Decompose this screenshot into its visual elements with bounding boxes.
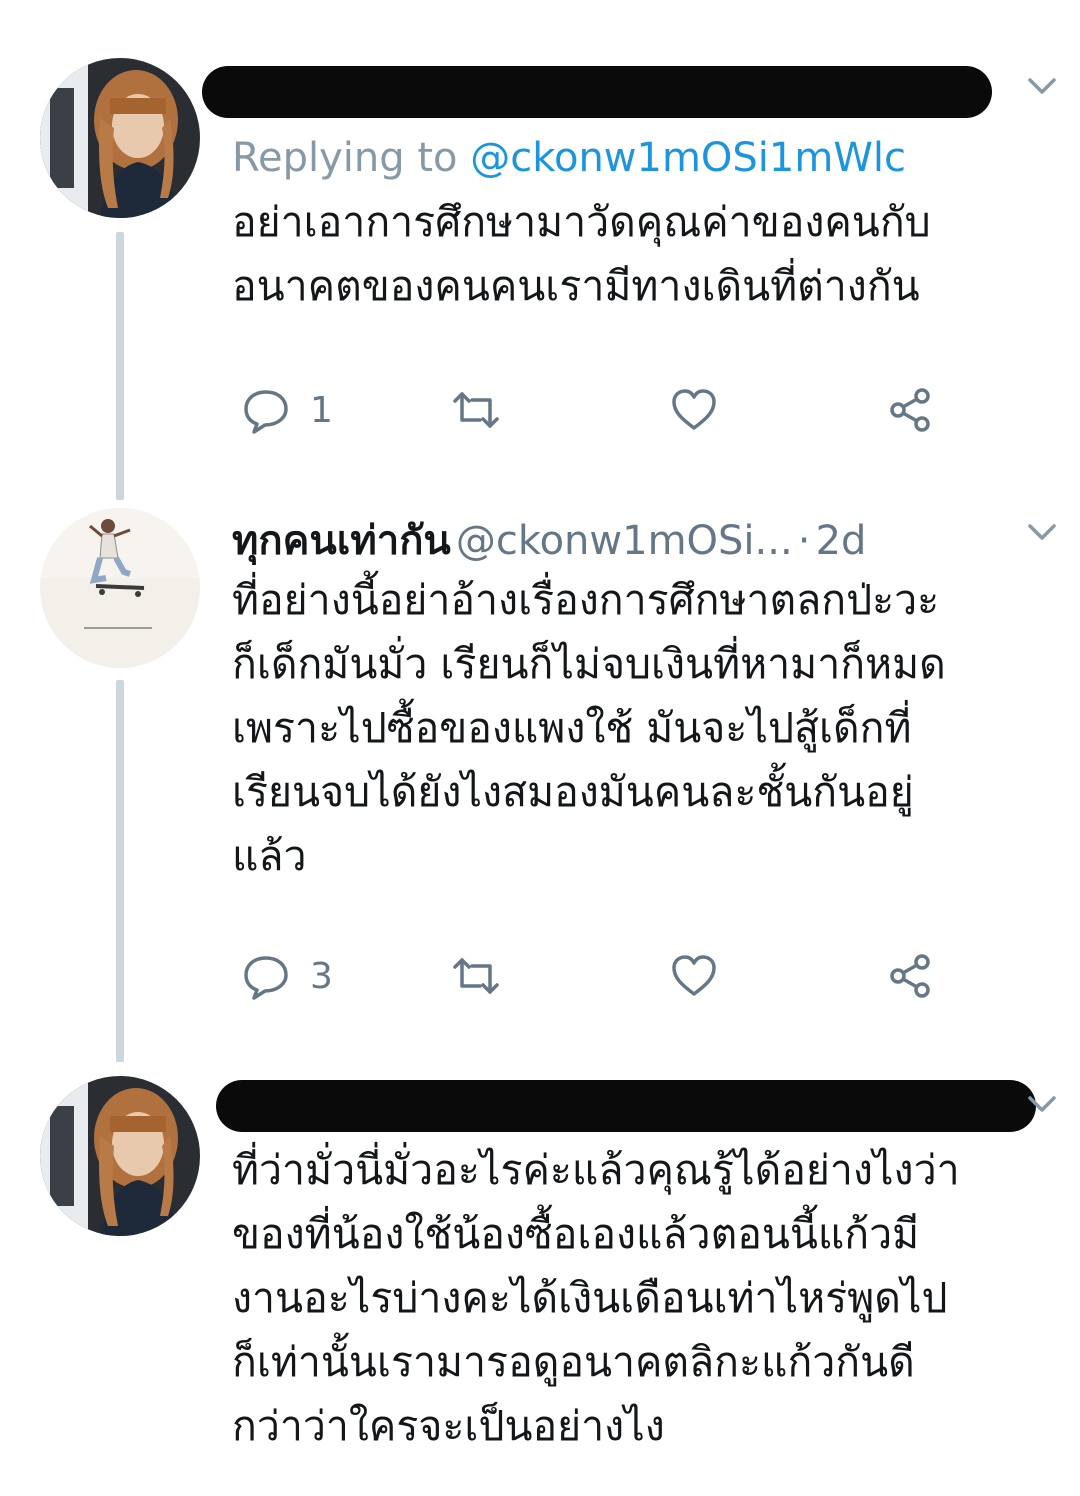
tweet-header bbox=[202, 62, 1062, 122]
tweet-text: อย่าเอาการศึกษามาวัดคุณค่าของคนกับ อนาคต… bbox=[232, 198, 931, 310]
retweet-button[interactable] bbox=[450, 380, 502, 440]
tweet-header bbox=[216, 1078, 1062, 1138]
tweet-2-body: ทุกคนเท่ากัน @ckonw1mOSi... · 2d ที่อย่า… bbox=[232, 508, 1062, 888]
like-icon bbox=[672, 955, 716, 996]
avatar[interactable] bbox=[40, 1076, 200, 1236]
replying-prefix: Replying to bbox=[232, 135, 458, 181]
reply-button[interactable]: 1 bbox=[240, 380, 333, 440]
reply-icon bbox=[244, 956, 288, 1000]
redaction-mark bbox=[216, 1080, 1036, 1132]
redaction-mark bbox=[202, 66, 992, 118]
retweet-icon bbox=[453, 958, 499, 994]
tweet-actions: 1 bbox=[232, 380, 972, 440]
replying-to: Replying to @ckonw1mOSi1mWlc bbox=[232, 126, 1062, 190]
avatar[interactable] bbox=[40, 508, 200, 668]
like-icon bbox=[672, 389, 716, 430]
tweet-1-body: Replying to @ckonw1mOSi1mWlc อย่าเอาการศ… bbox=[202, 62, 1062, 318]
separator-dot: · bbox=[797, 518, 811, 564]
tweet-text: ที่ว่ามั่วนี่มั่วอะไรค่ะแล้วคุณรู้ได้อย่… bbox=[232, 1146, 960, 1450]
share-icon bbox=[890, 388, 930, 432]
tweet-3-body: ที่ว่ามั่วนี่มั่วอะไรค่ะแล้วคุณรู้ได้อย่… bbox=[216, 1078, 1062, 1458]
avatar-image bbox=[40, 508, 200, 668]
replying-mention-link[interactable]: @ckonw1mOSi1mWlc bbox=[470, 135, 906, 181]
like-button[interactable] bbox=[668, 380, 720, 440]
avatar-image bbox=[40, 1076, 200, 1236]
thread-line bbox=[116, 680, 124, 1062]
share-button[interactable] bbox=[884, 946, 936, 1006]
timestamp[interactable]: 2d bbox=[816, 518, 867, 564]
avatar[interactable] bbox=[40, 58, 200, 218]
reply-icon bbox=[244, 390, 288, 434]
chevron-down-icon[interactable] bbox=[1022, 66, 1062, 106]
reply-button[interactable]: 3 bbox=[240, 946, 333, 1006]
retweet-icon bbox=[453, 392, 499, 428]
user-handle[interactable]: @ckonw1mOSi... bbox=[456, 518, 793, 564]
tweet-actions: 3 bbox=[232, 946, 972, 1006]
share-icon bbox=[890, 954, 930, 998]
like-button[interactable] bbox=[668, 946, 720, 1006]
tweet-text: ที่อย่างนี้อย่าอ้างเรื่องการศึกษาตลกป่ะว… bbox=[232, 576, 946, 880]
reply-count: 1 bbox=[310, 389, 333, 431]
retweet-button[interactable] bbox=[450, 946, 502, 1006]
thread-line bbox=[116, 232, 124, 500]
reply-count: 3 bbox=[310, 955, 333, 997]
chevron-down-icon[interactable] bbox=[1022, 512, 1062, 552]
chevron-down-icon[interactable] bbox=[1022, 1084, 1062, 1124]
avatar-image bbox=[40, 58, 200, 218]
tweet-header: ทุกคนเท่ากัน @ckonw1mOSi... · 2d bbox=[232, 508, 1062, 568]
share-button[interactable] bbox=[884, 380, 936, 440]
display-name[interactable]: ทุกคนเท่ากัน bbox=[232, 518, 451, 564]
